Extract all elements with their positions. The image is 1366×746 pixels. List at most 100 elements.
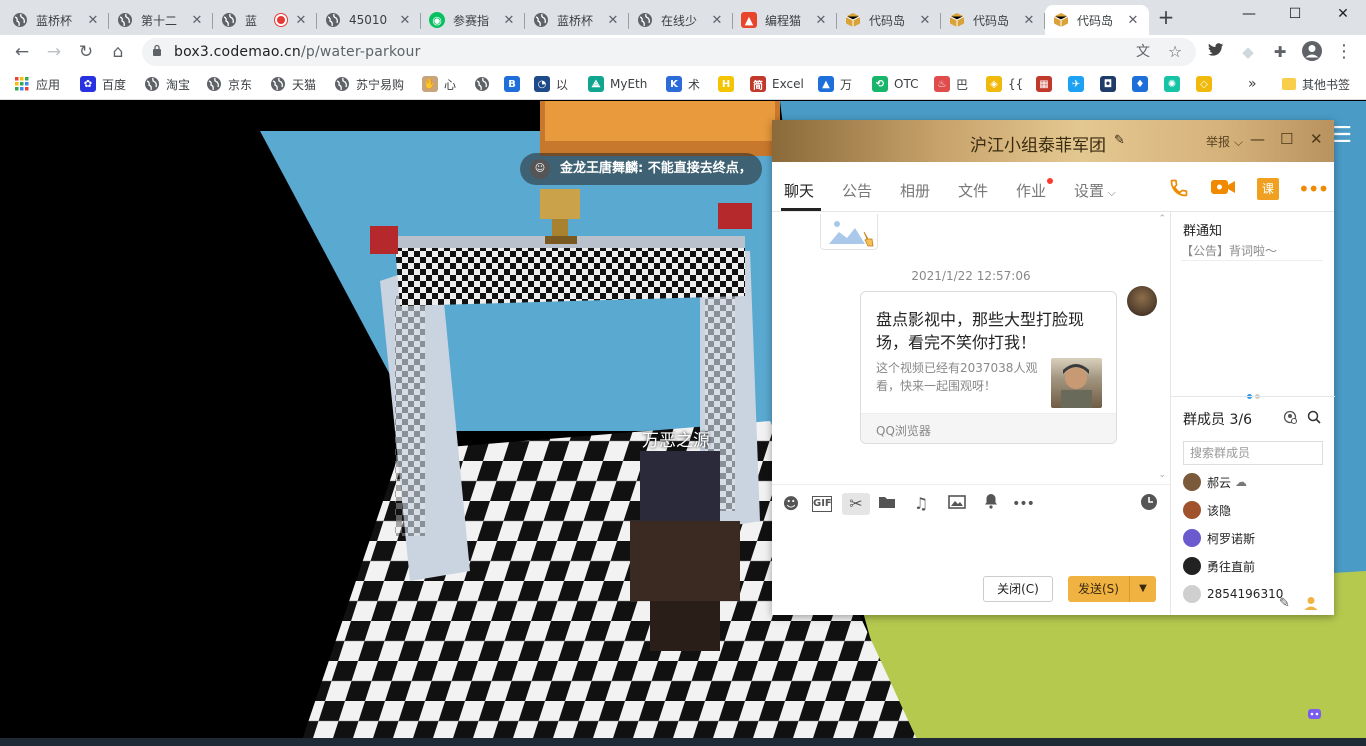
twitter-extension-icon[interactable] [1204,40,1228,64]
back-button[interactable]: ← [10,40,34,64]
scroll-down-icon[interactable]: ⌄ [1158,470,1166,480]
tab-close-icon[interactable]: ✕ [1021,13,1037,28]
edit-title-icon[interactable]: ✎ [1114,133,1125,148]
browser-menu-icon[interactable]: ⋮ [1332,40,1356,64]
bookmark-item[interactable]: H [718,75,740,93]
tab-close-icon[interactable]: ✕ [189,13,205,28]
member-item[interactable]: 郝云 ☁ [1183,471,1329,493]
maximize-window-button[interactable]: ☐ [1272,0,1318,30]
minimize-icon[interactable]: — [1250,130,1265,148]
edit-member-icon[interactable]: ✎ [1279,596,1290,611]
more-bookmarks-button[interactable]: » [1248,75,1257,93]
shared-link-card[interactable]: 盘点影视中，那些大型打脸现场，看完不笑你打我！ 这个视频已经有2037038人观… [860,291,1117,444]
bookmark-item[interactable]: ◔ 以 [534,75,568,93]
report-button[interactable]: 举报 ⌵ [1206,133,1243,150]
close-button[interactable]: 关闭(C) [983,576,1053,602]
tab-close-icon[interactable]: ✕ [85,13,101,28]
bookmark-item[interactable]: ⟁ MyEth [588,75,647,93]
close-icon[interactable]: ✕ [1310,130,1323,148]
bookmark-item[interactable]: ✿ 百度 [80,75,126,93]
bookmark-star-icon[interactable]: ☆ [1166,43,1184,61]
course-icon[interactable]: 课 [1257,178,1279,200]
chevron-down-icon[interactable]: ▼ [1130,576,1156,602]
qq-tab[interactable]: 文件 [958,180,988,201]
member-settings-icon[interactable] [1283,410,1298,429]
bookmark-item[interactable] [474,75,496,93]
qq-title-bar[interactable]: 沪江小组泰菲军团 ✎ 举报 ⌵ — ☐ ✕ [772,120,1334,162]
scroll-up-icon[interactable]: ⌃ [1158,214,1166,224]
bookmark-item[interactable]: ◇ [1196,75,1218,93]
member-search-input[interactable]: 搜索群成员 [1183,441,1323,465]
extensions-puzzle-icon[interactable]: ✚ [1268,40,1292,64]
music-icon[interactable]: ♫ [910,493,932,515]
send-button[interactable]: 发送(S) ▼ [1068,576,1156,602]
qq-tab[interactable]: 相册 [900,180,930,201]
url-text[interactable]: box3.codemao.cn/p/water-parkour [174,44,421,60]
browser-tab[interactable]: 代码岛 ✕ [1045,5,1149,35]
tab-close-icon[interactable]: ✕ [813,13,829,28]
qq-tab[interactable]: 公告 [842,180,872,201]
bookmark-item[interactable]: ▦ [1036,75,1058,93]
profile-avatar-icon[interactable] [1300,40,1324,64]
browser-tab[interactable]: 蓝桥杯 ✕ [4,5,109,35]
diamond-extension-icon[interactable]: ◆ [1236,40,1260,64]
sender-avatar[interactable] [1127,286,1157,316]
browser-tab[interactable]: 第十二 ✕ [109,5,213,35]
message-input[interactable]: 关闭(C) 发送(S) ▼ [772,520,1170,615]
bookmark-item[interactable]: ♨ 巴 [934,75,968,93]
qq-tab[interactable]: 设置 ⌵ [1074,180,1116,201]
image-icon[interactable] [946,493,968,515]
game-menu-icon[interactable]: ☰ [1332,123,1352,148]
gif-icon[interactable]: GIF [812,496,832,512]
address-bar[interactable]: box3.codemao.cn/p/water-parkour 文 ☆ [142,38,1196,66]
member-item[interactable]: 该隐 [1183,499,1329,521]
bookmark-item[interactable]: ✺ [1164,75,1186,93]
bookmark-item[interactable]: ◘ [1100,75,1122,93]
video-icon[interactable] [1210,178,1235,200]
folder-icon[interactable] [876,493,898,515]
more-icon[interactable]: ••• [1298,178,1329,200]
group-notice-text[interactable]: 【公告】背词啦～ [1181,242,1277,259]
maximize-icon[interactable]: ☐ [1280,130,1293,148]
qq-tab[interactable]: 作业 [1016,180,1046,201]
more-dots-icon[interactable]: ••• [1012,493,1035,515]
bookmark-item[interactable]: ♦ [1132,75,1154,93]
bookmark-item[interactable]: B [504,75,526,93]
other-bookmarks-folder[interactable]: 其他书签 [1282,75,1350,93]
home-button[interactable]: ⌂ [106,40,130,64]
tab-close-icon[interactable]: ✕ [501,13,517,28]
tab-close-icon[interactable]: ✕ [293,13,309,28]
browser-tab[interactable]: 代码岛 ✕ [941,5,1045,35]
browser-tab[interactable]: 蓝桥杯 ✕ [525,5,629,35]
bookmark-item[interactable]: ⟲ OTC [872,75,918,93]
phone-icon[interactable] [1168,178,1190,200]
browser-tab[interactable]: 45010 ✕ [317,5,421,35]
bookmark-item[interactable]: 天猫 [270,75,316,93]
search-icon[interactable] [1307,410,1321,428]
tab-close-icon[interactable]: ✕ [709,13,725,28]
tab-close-icon[interactable]: ✕ [1125,13,1141,28]
new-tab-button[interactable]: + [1154,6,1178,30]
browser-tab[interactable]: ▲ 编程猫 ✕ [733,5,837,35]
bookmark-item[interactable]: ▲ 万 [818,75,852,93]
forward-button[interactable]: → [42,40,66,64]
tab-close-icon[interactable]: ✕ [917,13,933,28]
browser-tab[interactable]: 蓝 ✕ [213,5,317,35]
bookmark-item[interactable]: 应用 [14,75,60,93]
browser-tab[interactable]: ◉ 参赛指 ✕ [421,5,525,35]
browser-tab[interactable]: 代码岛 ✕ [837,5,941,35]
clock-icon[interactable] [1138,493,1160,515]
member-item[interactable]: 柯罗诺斯 [1183,527,1329,549]
minimize-window-button[interactable]: — [1226,0,1272,30]
qq-tab[interactable]: 聊天 [784,180,814,201]
bookmark-item[interactable]: ✋ 心 [422,75,456,93]
bell-icon[interactable] [980,493,1002,515]
message-list[interactable]: ⌃ 2021/1/22 12:57:06 盘点影视中，那些大型打脸现场，看完不笑… [772,212,1170,484]
bookmark-item[interactable]: 京东 [206,75,252,93]
browser-tab[interactable]: 在线少 ✕ [629,5,733,35]
smiley-icon[interactable]: ☻ [780,493,802,515]
image-message[interactable] [820,214,878,250]
bookmark-item[interactable]: 苏宁易购 [334,75,404,93]
bookmark-item[interactable]: 简 Excel [750,75,804,93]
bookmark-item[interactable]: 淘宝 [144,75,190,93]
